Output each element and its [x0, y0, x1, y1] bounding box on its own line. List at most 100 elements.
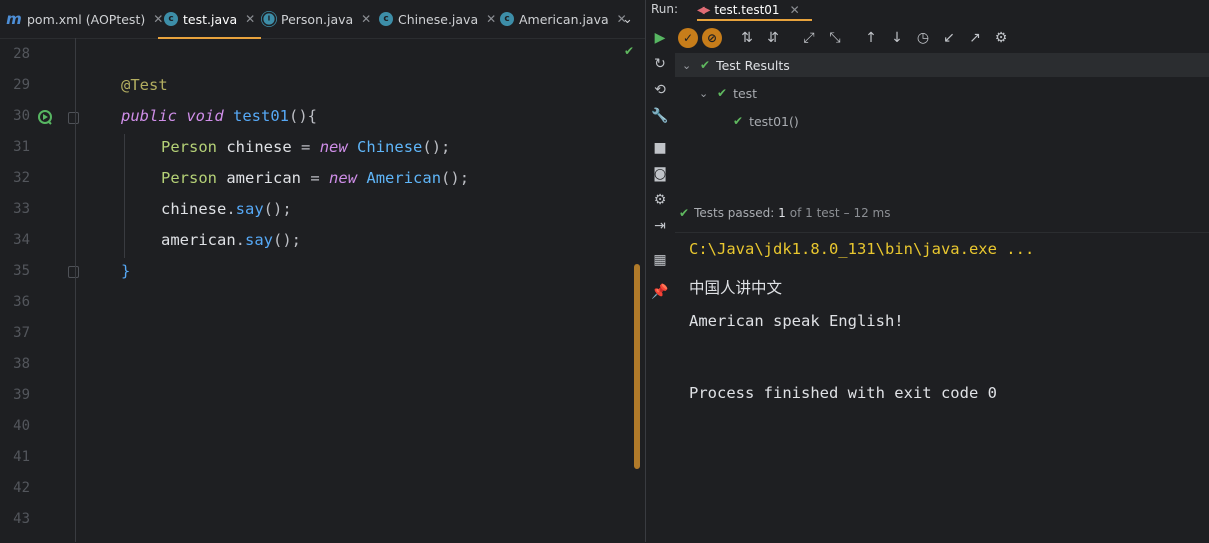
tree-node-test-results[interactable]: ⌄ ✔ Test Results [675, 53, 1209, 77]
code-line-31[interactable]: Person chinese = new Chinese(); [161, 138, 450, 156]
check-icon: ✔ [624, 44, 635, 58]
tab-label: test.java [183, 11, 238, 27]
tab-test-java[interactable]: c test.java ✕ [158, 0, 262, 39]
indent-guide [75, 38, 76, 542]
sort-duration-icon[interactable]: ⇵ [760, 25, 786, 51]
keyword: new [319, 138, 348, 156]
settings-icon[interactable]: ⚙ [988, 25, 1014, 51]
camera-icon[interactable]: ◙ [650, 164, 670, 184]
tree-label: Test Results [716, 57, 790, 73]
status-total: of 1 test [789, 206, 840, 220]
chevron-down-icon[interactable]: ⌄ [622, 0, 633, 38]
arrow-down-icon[interactable]: ↓ [884, 25, 910, 51]
status-time: – 12 ms [843, 206, 891, 220]
method-call: say [245, 231, 273, 249]
punctuation: (){ [289, 107, 318, 125]
layout-icon[interactable]: ▦ [650, 250, 670, 270]
code-line-33[interactable]: chinese.say(); [161, 200, 292, 218]
code-line-30[interactable]: public void test01(){ [121, 107, 317, 125]
close-icon[interactable]: ✕ [361, 12, 371, 26]
show-passed-icon[interactable]: ✓ [678, 28, 698, 48]
fold-icon[interactable] [68, 266, 79, 278]
collapse-all-icon[interactable]: ⤡ [822, 25, 848, 51]
tree-node-test[interactable]: ⌄ ✔ test [699, 81, 757, 105]
arrow-up-icon[interactable]: ↑ [858, 25, 884, 51]
tab-label: American.java [519, 11, 609, 27]
indent-guide [124, 134, 125, 258]
rerun-icon[interactable]: ▶ [650, 28, 670, 48]
test-results-tree: ⌄ ✔ Test Results ⌄ ✔ test ✔ test01() [675, 52, 1209, 207]
line-number: 32 [13, 170, 30, 186]
line-number: 35 [13, 263, 30, 279]
chevron-down-icon[interactable]: ⌄ [699, 87, 713, 100]
code-line-32[interactable]: Person american = new American(); [161, 169, 469, 187]
toolbar-divider [724, 25, 734, 51]
editor-tab-bar: m pom.xml (AOPtest) ✕ c test.java ✕ I Pe… [0, 0, 645, 39]
expand-all-icon[interactable]: ⤢ [796, 25, 822, 51]
variable: american [226, 169, 301, 187]
line-number: 37 [13, 325, 30, 341]
history-icon[interactable]: ◷ [910, 25, 936, 51]
punctuation: . [235, 231, 245, 249]
line-number: 28 [13, 46, 30, 62]
line-number: 38 [13, 356, 30, 372]
toggle-auto-test-icon[interactable]: ⟲ [650, 80, 670, 100]
tab-person-java[interactable]: I Person.java ✕ [262, 0, 371, 38]
tree-node-test01[interactable]: ✔ test01() [733, 109, 799, 133]
toolbar-divider [848, 25, 858, 51]
close-icon[interactable]: ✕ [790, 3, 800, 17]
run-test-gutter-icon[interactable] [37, 109, 55, 127]
console-line: 中国人讲中文 [689, 279, 783, 297]
run-tab-label: test.test01 [714, 3, 780, 17]
chevron-down-icon[interactable]: ⌄ [682, 59, 696, 72]
java-test-class-icon: c [164, 12, 178, 26]
stop-icon[interactable]: ■ [650, 138, 670, 158]
punctuation: . [226, 200, 236, 218]
check-icon: ✔ [733, 114, 744, 128]
code-line-35[interactable]: } [121, 262, 130, 280]
sign-in-icon[interactable]: ⇥ [650, 216, 670, 236]
wrench-icon[interactable]: 🔧 [650, 106, 670, 126]
punctuation: (); [263, 200, 292, 218]
sort-alpha-icon[interactable]: ⇅ [734, 25, 760, 51]
rerun-failed-icon[interactable]: ↻ [650, 54, 670, 74]
close-icon[interactable]: ✕ [486, 12, 496, 26]
pin-icon[interactable]: 📌 [650, 282, 670, 302]
line-number: 41 [13, 449, 30, 465]
fold-icon[interactable] [68, 112, 79, 124]
line-number: 43 [13, 511, 30, 527]
show-ignored-icon[interactable]: ⊘ [702, 28, 722, 48]
code-line-34[interactable]: american.say(); [161, 231, 301, 249]
run-tab-test01[interactable]: ◀▶ test.test01 ✕ [697, 0, 812, 21]
tree-label: test [733, 85, 758, 101]
scrollbar-thumb[interactable] [634, 264, 640, 469]
line-number: 42 [13, 480, 30, 496]
console-line: American speak English! [689, 312, 904, 330]
check-icon: ✔ [717, 86, 728, 100]
line-number: 31 [13, 139, 30, 155]
close-icon[interactable]: ✕ [245, 12, 255, 26]
test-toolbar: ✓ ⊘ ⇅ ⇵ ⤢ ⤡ ↑ ↓ ◷ ↙ ↗ ⚙ [676, 24, 1014, 52]
tab-pom-xml[interactable]: m pom.xml (AOPtest) ✕ [6, 0, 163, 38]
tab-label: Chinese.java [398, 11, 479, 27]
code-line-29[interactable]: @Test [121, 76, 168, 94]
java-interface-icon: I [263, 13, 275, 25]
type-name: Person [161, 169, 217, 187]
tab-chinese-java[interactable]: c Chinese.java ✕ [379, 0, 496, 38]
import-icon[interactable]: ↙ [936, 25, 962, 51]
variable: chinese [226, 138, 292, 156]
tab-label: Person.java [281, 11, 354, 27]
operator: = [310, 169, 320, 187]
console-output[interactable]: C:\Java\jdk1.8.0_131\bin\java.exe ... 中国… [675, 232, 1209, 543]
class-name: American [366, 169, 442, 187]
punctuation: (); [273, 231, 301, 249]
toolbar-divider [786, 25, 796, 51]
line-number: 40 [13, 418, 30, 434]
check-icon: ✔ [700, 58, 711, 72]
export-icon[interactable]: ↗ [962, 25, 988, 51]
variable: chinese [161, 200, 227, 218]
maven-icon: m [6, 10, 22, 28]
gear-icon[interactable]: ⚙ [650, 190, 670, 210]
type-name: Person [161, 138, 217, 156]
tab-american-java[interactable]: c American.java ✕ [500, 0, 627, 38]
